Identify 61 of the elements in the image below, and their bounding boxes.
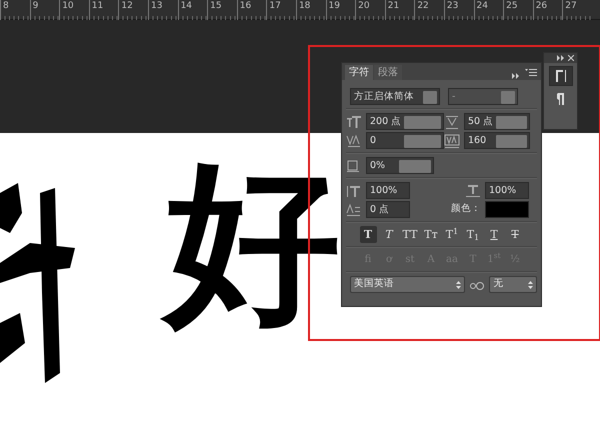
- font-size-field[interactable]: 200 点: [366, 113, 444, 130]
- ruler-number: 24: [474, 0, 504, 20]
- ruler-number: 14: [178, 0, 208, 20]
- character-panel-button[interactable]: [548, 66, 572, 86]
- text-style-button[interactable]: T: [380, 226, 398, 243]
- color-label: 颜色：: [451, 202, 481, 216]
- ruler-number: 19: [326, 0, 356, 20]
- text-style-button[interactable]: T: [506, 226, 524, 243]
- leading-field[interactable]: 50 点: [464, 113, 530, 130]
- ruler-number: 20: [355, 0, 385, 20]
- paragraph-icon: [556, 92, 564, 106]
- vertical-scale-icon: [346, 184, 362, 198]
- ruler-number: 17: [266, 0, 296, 20]
- close-icon[interactable]: [568, 55, 574, 61]
- baseline-shift-icon: [346, 202, 362, 216]
- ruler-number: 13: [148, 0, 178, 20]
- kerning-icon: [346, 134, 362, 148]
- ruler-number: 11: [88, 0, 118, 20]
- ruler-number: 12: [118, 0, 148, 20]
- horizontal-scale-icon: [465, 184, 481, 198]
- color-swatch[interactable]: [485, 201, 529, 218]
- ruler-number: 10: [59, 0, 89, 20]
- text-style-button[interactable]: T: [360, 226, 376, 243]
- anti-alias-select[interactable]: 无: [489, 276, 537, 293]
- anti-alias-icon: [469, 280, 486, 290]
- text-style-button[interactable]: T$^{1}$: [444, 226, 460, 243]
- vertical-scale-field[interactable]: 100%: [366, 182, 410, 199]
- proportional-spacing-field[interactable]: 0%: [366, 157, 434, 174]
- collapse-icon[interactable]: [511, 72, 521, 80]
- ruler-number: 22: [414, 0, 444, 20]
- text-style-button[interactable]: TT: [402, 226, 418, 243]
- ruler-number: 25: [503, 0, 533, 20]
- baseline-shift-field[interactable]: 0 点: [366, 201, 410, 218]
- ruler-number: 15: [207, 0, 237, 20]
- ruler-number: 21: [384, 0, 414, 20]
- ruler-number: 18: [296, 0, 326, 20]
- tracking-field[interactable]: 160: [464, 132, 530, 149]
- tracking-icon: [444, 134, 460, 148]
- collapse-icon[interactable]: [557, 55, 565, 61]
- horizontal-scale-field[interactable]: 100%: [485, 182, 529, 199]
- ruler-number: 26: [532, 0, 562, 20]
- ruler-number: 16: [236, 0, 266, 20]
- character-icon: [554, 69, 566, 83]
- ruler-number: 9: [30, 0, 60, 20]
- panel-tab[interactable]: 字符: [345, 65, 373, 80]
- leading-icon: [444, 114, 460, 128]
- language-select[interactable]: 美国英语: [350, 276, 466, 293]
- stepper-icon: [456, 280, 462, 288]
- ruler-number: 27: [562, 0, 592, 20]
- font-size-icon: [346, 114, 362, 128]
- font-family-dropdown[interactable]: 方正启体简体: [350, 88, 440, 105]
- ruler-number: 23: [444, 0, 474, 20]
- menu-icon[interactable]: [525, 68, 537, 76]
- text-style-button[interactable]: T$_{1}$: [464, 226, 482, 243]
- text-style-button[interactable]: T: [486, 226, 502, 243]
- ruler-number: 8: [0, 0, 30, 20]
- stepper-icon: [528, 280, 533, 288]
- proportional-spacing-icon: [346, 158, 362, 172]
- text-style-button[interactable]: Tт: [422, 226, 440, 243]
- panel-tab[interactable]: 段落: [374, 65, 402, 80]
- kerning-field[interactable]: 0: [366, 132, 444, 149]
